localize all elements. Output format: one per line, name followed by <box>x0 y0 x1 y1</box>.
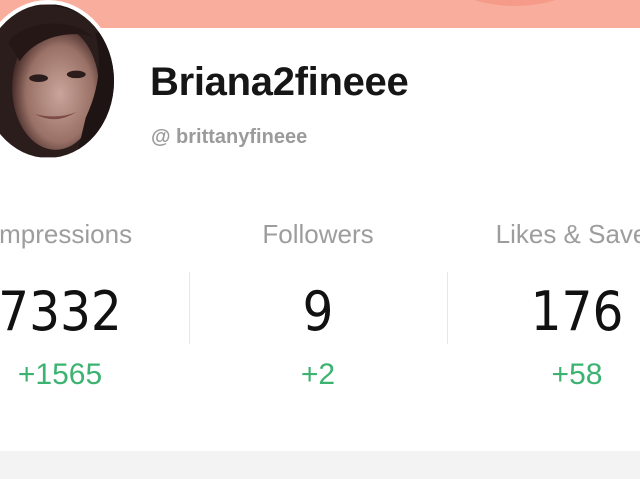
stat-label-likes-saves: Likes & Saves <box>495 219 640 249</box>
section-separator <box>0 451 640 479</box>
stat-delta-followers: +2 <box>300 358 336 391</box>
stat-label-followers: Followers <box>262 219 374 249</box>
stat-divider <box>189 272 190 344</box>
stat-divider <box>447 272 448 344</box>
stat-delta-likes-saves: +58 <box>551 358 603 391</box>
stat-value-followers: 9 <box>302 280 334 343</box>
stat-value-likes-saves: 176 <box>530 280 624 343</box>
profile-username: Briana2fineee <box>150 60 409 104</box>
stat-value-impressions: 7332 <box>0 280 122 343</box>
cover-decoration <box>445 0 585 6</box>
stat-label-impressions: Impressions <box>0 219 133 249</box>
profile-handle: @ brittanyfineee <box>151 126 308 148</box>
avatar-photo-icon <box>0 4 114 158</box>
stat-delta-impressions: +1565 <box>17 358 103 391</box>
